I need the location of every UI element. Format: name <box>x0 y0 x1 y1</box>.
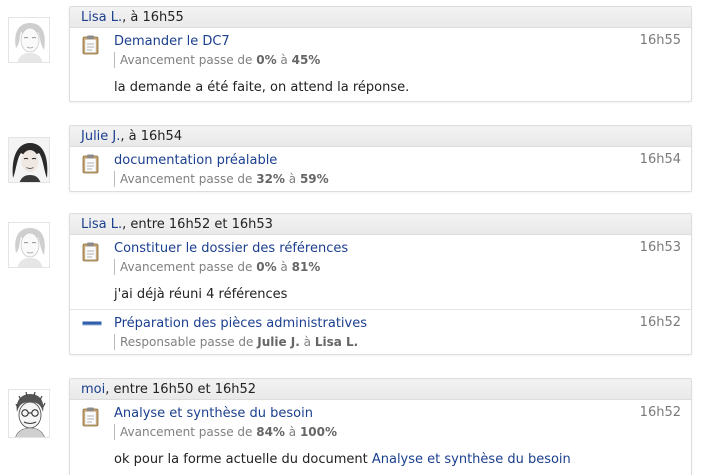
entry-comment: j'ai déjà réuni 4 références <box>114 287 288 302</box>
clipboard-icon <box>82 35 99 55</box>
change-description: Avancement passe de 84% à 100% <box>114 424 680 440</box>
change-description: Avancement passe de 0% à 45% <box>114 52 680 68</box>
user-link[interactable]: Julie J. <box>81 129 120 144</box>
entry-time: 16h52 <box>639 405 681 420</box>
avatar[interactable] <box>8 389 50 438</box>
change-description: Avancement passe de 32% à 59% <box>114 171 680 187</box>
old-value: Julie J. <box>257 335 300 349</box>
female-avatar-icon <box>15 228 45 267</box>
card-header: Lisa L., à 16h55 <box>70 7 691 28</box>
user-link[interactable]: Lisa L. <box>81 217 122 232</box>
new-value: 59% <box>299 172 329 186</box>
change-connector: à <box>299 335 315 349</box>
clipboard-icon <box>82 407 99 427</box>
new-value: 45% <box>291 53 321 67</box>
change-label: Responsable passe de <box>120 335 258 349</box>
male-avatar-icon <box>15 391 46 437</box>
document-link[interactable]: Analyse et synthèse du besoin <box>372 452 571 467</box>
card-header: moi, entre 16h50 et 16h52 <box>70 379 691 400</box>
entry-time: 16h54 <box>639 152 681 167</box>
change-description: Responsable passe de Julie J. à Lisa L. <box>114 334 680 350</box>
avatar[interactable] <box>8 17 50 63</box>
user-link[interactable]: moi <box>81 382 105 397</box>
activity-entry: 16h54 documentation préalable Avancement… <box>70 147 691 191</box>
activity-card: Lisa L., entre 16h52 et 16h53 16h53 Cons… <box>69 213 692 355</box>
change-label: Avancement passe de <box>120 172 257 186</box>
task-title-link[interactable]: Préparation des pièces administratives <box>114 315 680 332</box>
activity-entry: 16h52 Analyse et synthèse du besoin Avan… <box>70 400 691 475</box>
card-header: Julie J., à 16h54 <box>70 126 691 147</box>
activity-entry: 16h55 Demander le DC7 Avancement passe d… <box>70 28 691 101</box>
activity-entry: 16h53 Constituer le dossier des référenc… <box>70 235 691 309</box>
new-value: Lisa L. <box>314 335 359 349</box>
change-connector: à <box>276 53 292 67</box>
old-value: 0% <box>256 260 277 274</box>
female-avatar-icon <box>9 138 49 182</box>
change-connector: à <box>284 425 300 439</box>
new-value: 81% <box>291 260 321 274</box>
comment-text: ok pour la forme actuelle du document <box>114 452 372 467</box>
old-value: 32% <box>256 172 285 186</box>
avatar[interactable] <box>8 137 50 183</box>
activity-card: moi, entre 16h50 et 16h52 16h52 Analyse … <box>69 378 692 475</box>
change-label: Avancement passe de <box>120 260 257 274</box>
entry-time: 16h53 <box>639 240 681 255</box>
old-value: 84% <box>256 425 285 439</box>
change-label: Avancement passe de <box>120 53 257 67</box>
time-range: , à 16h55 <box>122 10 184 25</box>
activity-entry: 16h52 Préparation des pièces administrat… <box>70 309 691 354</box>
female-avatar-icon <box>15 23 45 62</box>
change-description: Avancement passe de 0% à 81% <box>114 259 680 275</box>
task-title-link[interactable]: documentation préalable <box>114 152 680 169</box>
avatar[interactable] <box>8 222 50 268</box>
task-bar-icon <box>82 321 102 326</box>
entry-comment: la demande a été faite, on attend la rép… <box>114 80 410 95</box>
activity-card: Lisa L., à 16h55 16h55 Demander le DC7 A… <box>69 6 692 102</box>
entry-comment: ok pour la forme actuelle du document An… <box>114 451 680 468</box>
change-label: Avancement passe de <box>120 425 257 439</box>
clipboard-icon <box>82 242 99 262</box>
new-value: 100% <box>299 425 338 439</box>
user-link[interactable]: Lisa L. <box>81 10 122 25</box>
change-connector: à <box>284 172 300 186</box>
task-title-link[interactable]: Constituer le dossier des références <box>114 240 680 257</box>
entry-time: 16h55 <box>639 33 681 48</box>
time-range: , entre 16h50 et 16h52 <box>105 382 257 397</box>
old-value: 0% <box>256 53 277 67</box>
task-title-link[interactable]: Demander le DC7 <box>114 33 680 50</box>
task-title-link[interactable]: Analyse et synthèse du besoin <box>114 405 680 422</box>
time-range: , entre 16h52 et 16h53 <box>122 217 273 232</box>
card-header: Lisa L., entre 16h52 et 16h53 <box>70 214 691 235</box>
time-range: , à 16h54 <box>120 129 183 144</box>
change-connector: à <box>276 260 292 274</box>
entry-time: 16h52 <box>639 315 681 330</box>
activity-card: Julie J., à 16h54 16h54 documentation pr… <box>69 125 692 192</box>
clipboard-icon <box>82 154 99 174</box>
